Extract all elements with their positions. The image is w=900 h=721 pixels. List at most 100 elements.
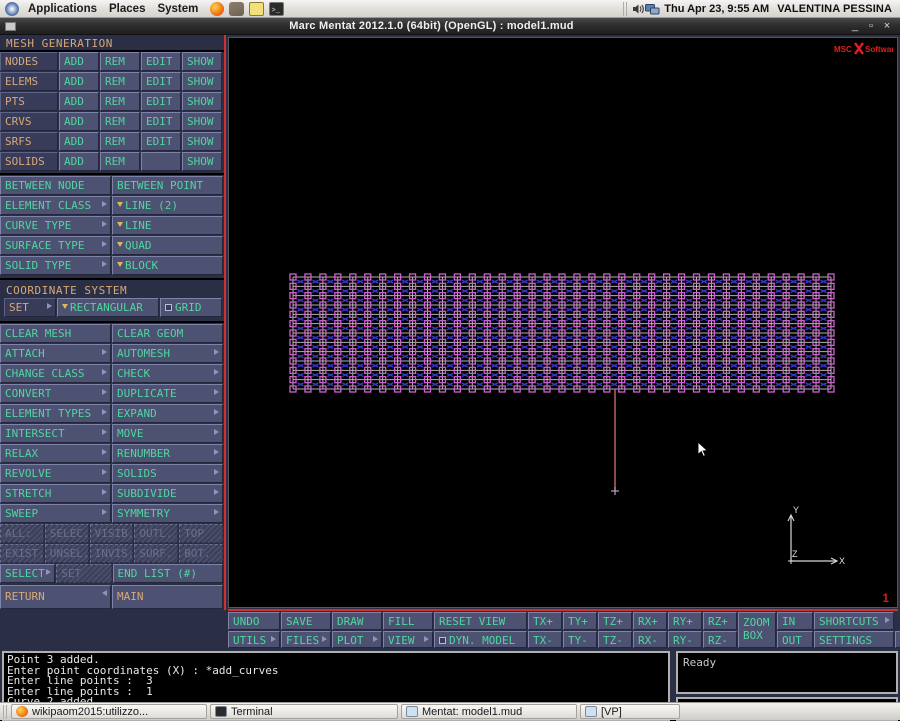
crvs-show-button[interactable]: SHOW: [182, 112, 222, 131]
minimize-button[interactable]: _: [847, 18, 863, 35]
revolve-button[interactable]: REVOLVE: [0, 464, 111, 483]
symmetry-button[interactable]: SYMMETRY: [112, 504, 223, 523]
pts-edit-button[interactable]: EDIT: [141, 92, 181, 111]
window-titlebar[interactable]: Marc Mentat 2012.1.0 (64bit) (OpenGL) : …: [0, 18, 900, 35]
srfs-edit-button[interactable]: EDIT: [141, 132, 181, 151]
subdivide-button[interactable]: SUBDIVIDE: [112, 484, 223, 503]
rz-minus-button[interactable]: RZ-: [703, 630, 737, 648]
files-button[interactable]: FILES: [281, 630, 331, 648]
element-class-dropdown[interactable]: LINE (2): [112, 196, 223, 215]
undo-button[interactable]: UNDO: [228, 612, 280, 630]
plot-button[interactable]: PLOT: [332, 630, 382, 648]
nodes-show-button[interactable]: SHOW: [182, 52, 222, 71]
menu-applications[interactable]: Applications: [22, 0, 103, 18]
coord-system-dropdown[interactable]: RECTANGULAR: [57, 298, 159, 317]
renumber-button[interactable]: RENUMBER: [112, 444, 223, 463]
between-node-button[interactable]: BETWEEN NODE: [0, 176, 111, 195]
srfs-add-button[interactable]: ADD: [59, 132, 99, 151]
crvs-add-button[interactable]: ADD: [59, 112, 99, 131]
zoom-out-button[interactable]: OUT: [777, 630, 813, 648]
convert-button[interactable]: CONVERT: [0, 384, 111, 403]
rz-plus-button[interactable]: RZ+: [703, 612, 737, 630]
help-button[interactable]: HELP: [895, 630, 900, 648]
menu-system[interactable]: System: [151, 0, 204, 18]
stretch-button[interactable]: STRETCH: [0, 484, 111, 503]
taskbar-button[interactable]: wikipaom2015:utilizzo...: [11, 704, 207, 719]
move-button[interactable]: MOVE: [112, 424, 223, 443]
close-button[interactable]: ×: [879, 18, 895, 35]
save-button[interactable]: SAVE: [281, 612, 331, 630]
nodes-edit-button[interactable]: EDIT: [141, 52, 181, 71]
ty-plus-button[interactable]: TY+: [563, 612, 597, 630]
taskbar-button[interactable]: Terminal: [210, 704, 398, 719]
zoom-box-button[interactable]: ZOOM BOX: [738, 612, 776, 648]
elems-show-button[interactable]: SHOW: [182, 72, 222, 91]
rx-plus-button[interactable]: RX+: [633, 612, 667, 630]
nodes-rem-button[interactable]: REM: [100, 52, 140, 71]
pts-rem-button[interactable]: REM: [100, 92, 140, 111]
solids-button[interactable]: SOLIDS: [112, 464, 223, 483]
duplicate-button[interactable]: DUPLICATE: [112, 384, 223, 403]
pts-show-button[interactable]: SHOW: [182, 92, 222, 111]
utils-button[interactable]: UTILS: [228, 630, 280, 648]
change-class-button[interactable]: CHANGE CLASS: [0, 364, 111, 383]
taskbar-button[interactable]: [VP]: [580, 704, 680, 719]
tx-plus-button[interactable]: TX+: [528, 612, 562, 630]
taskbar-button[interactable]: Mentat: model1.mud: [401, 704, 577, 719]
network-icon[interactable]: [645, 2, 660, 16]
expand-button[interactable]: EXPAND: [112, 404, 223, 423]
elems-add-button[interactable]: ADD: [59, 72, 99, 91]
curve-type-dropdown[interactable]: LINE: [112, 216, 223, 235]
shortcuts-button[interactable]: SHORTCUTS: [814, 612, 894, 630]
rx-minus-button[interactable]: RX-: [633, 630, 667, 648]
main-button[interactable]: MAIN: [112, 585, 223, 609]
volume-icon[interactable]: [631, 2, 645, 16]
ty-minus-button[interactable]: TY-: [563, 630, 597, 648]
zoom-in-button[interactable]: IN: [777, 612, 813, 630]
tz-minus-button[interactable]: TZ-: [598, 630, 632, 648]
elems-rem-button[interactable]: REM: [100, 72, 140, 91]
ry-minus-button[interactable]: RY-: [668, 630, 702, 648]
solids-rem-button[interactable]: REM: [100, 152, 140, 171]
element-types-button[interactable]: ELEMENT TYPES: [0, 404, 111, 423]
sweep-button[interactable]: SWEEP: [0, 504, 111, 523]
elems-edit-button[interactable]: EDIT: [141, 72, 181, 91]
between-point-button[interactable]: BETWEEN POINT: [112, 176, 223, 195]
fill-button[interactable]: FILL: [383, 612, 433, 630]
terminal-icon[interactable]: >_: [269, 1, 285, 16]
clear-geom-button[interactable]: CLEAR GEOM: [112, 324, 223, 343]
automesh-button[interactable]: AUTOMESH: [112, 344, 223, 363]
return-button[interactable]: RETURN: [0, 585, 111, 609]
solid-type-button[interactable]: SOLID TYPE: [0, 256, 111, 275]
solids-add-button[interactable]: ADD: [59, 152, 99, 171]
srfs-show-button[interactable]: SHOW: [182, 132, 222, 151]
settings-button[interactable]: SETTINGS: [814, 630, 894, 648]
menu-places[interactable]: Places: [103, 0, 151, 18]
clear-mesh-button[interactable]: CLEAR MESH: [0, 324, 111, 343]
reset-view-button[interactable]: RESET VIEW: [434, 612, 527, 630]
solid-type-dropdown[interactable]: BLOCK: [112, 256, 223, 275]
gimp-icon[interactable]: [229, 1, 245, 16]
text-editor-icon[interactable]: [249, 1, 265, 16]
dyn-model-toggle[interactable]: DYN. MODEL: [434, 630, 527, 648]
model-viewport[interactable]: Y X Z MSC Software 1: [228, 37, 898, 608]
curve-type-button[interactable]: CURVE TYPE: [0, 216, 111, 235]
coord-set-button[interactable]: SET: [4, 298, 56, 317]
element-class-button[interactable]: ELEMENT CLASS: [0, 196, 111, 215]
relax-button[interactable]: RELAX: [0, 444, 111, 463]
end-list-button[interactable]: END LIST (#): [112, 564, 223, 583]
check-button[interactable]: CHECK: [112, 364, 223, 383]
crvs-edit-button[interactable]: EDIT: [141, 112, 181, 131]
ry-plus-button[interactable]: RY+: [668, 612, 702, 630]
view-button[interactable]: VIEW: [383, 630, 433, 648]
tx-minus-button[interactable]: TX-: [528, 630, 562, 648]
attach-button[interactable]: ATTACH: [0, 344, 111, 363]
pts-add-button[interactable]: ADD: [59, 92, 99, 111]
username-label[interactable]: VALENTINA PESSINA: [773, 3, 900, 15]
tz-plus-button[interactable]: TZ+: [598, 612, 632, 630]
surface-type-dropdown[interactable]: QUAD: [112, 236, 223, 255]
grid-toggle[interactable]: GRID: [160, 298, 222, 317]
draw-button[interactable]: DRAW: [332, 612, 382, 630]
solids-show-button[interactable]: SHOW: [182, 152, 222, 171]
maximize-button[interactable]: ▫: [863, 18, 879, 35]
